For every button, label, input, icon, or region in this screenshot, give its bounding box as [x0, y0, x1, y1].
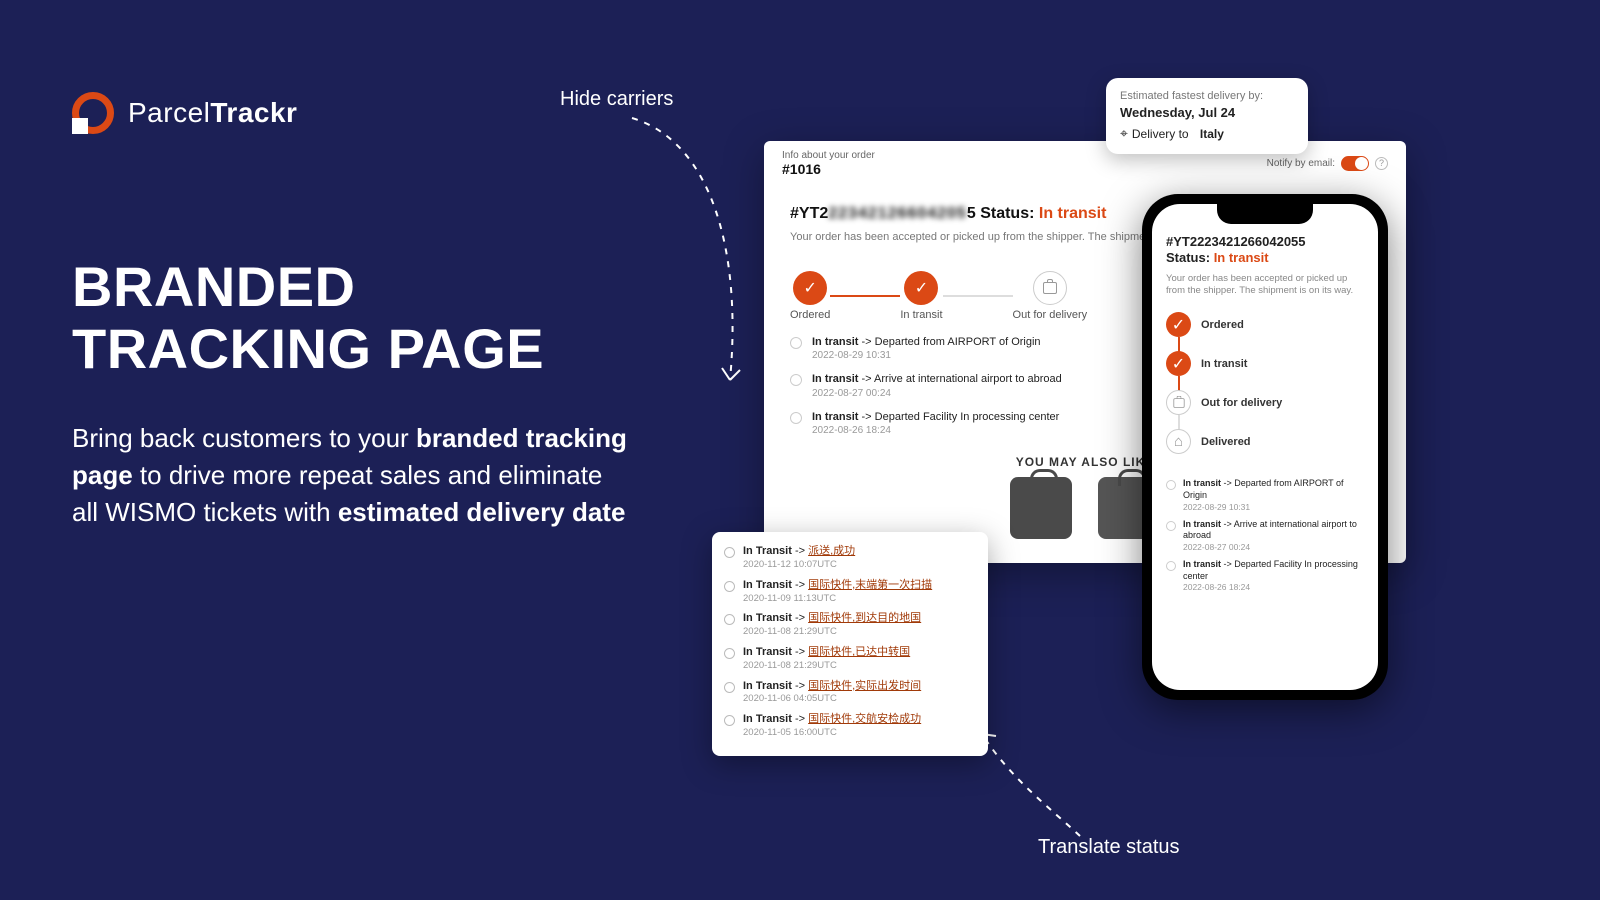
logo-icon [72, 92, 114, 134]
vstep-out-icon [1166, 390, 1191, 415]
phone-steps: Ordered In transit Out for delivery Deli… [1166, 312, 1364, 468]
arrow-translate-status [970, 718, 1120, 848]
order-number: #1016 [782, 161, 875, 177]
subheadline: Bring back customers to your branded tra… [72, 420, 632, 531]
annotation-translate-status: Translate status [1038, 836, 1180, 859]
step-intransit-icon [904, 271, 938, 305]
headline: BRANDED TRACKING PAGE [72, 256, 544, 379]
logo-text: ParcelTrackr [128, 97, 297, 129]
vstep-delivered-icon [1166, 429, 1191, 454]
product-thumb[interactable] [1010, 477, 1072, 539]
help-icon[interactable]: ? [1375, 157, 1388, 170]
arrow-hide-carriers [612, 112, 772, 408]
annotation-hide-carriers: Hide carriers [560, 88, 673, 111]
step-outdelivery-icon [1033, 271, 1067, 305]
estimated-delivery-card: Estimated fastest delivery by: Wednesday… [1106, 78, 1308, 154]
est-label: Estimated fastest delivery by: [1120, 90, 1294, 102]
notify-label: Notify by email: [1267, 158, 1335, 169]
est-date: Wednesday, Jul 24 [1120, 105, 1294, 120]
pin-icon [1120, 125, 1128, 142]
order-info-label: Info about your order [782, 150, 875, 161]
brand-logo: ParcelTrackr [72, 92, 297, 134]
est-location: Delivery to Italy [1120, 125, 1294, 142]
translated-events-card: In Transit -> 派送,成功2020-11-12 10:07UTC I… [712, 532, 988, 756]
notify-toggle[interactable] [1341, 156, 1369, 171]
vstep-intransit-icon [1166, 351, 1191, 376]
vstep-ordered-icon [1166, 312, 1191, 337]
phone-tracking-id: #YT2223421266042055 Status: In transit [1166, 234, 1364, 267]
phone-events: In transit -> Departed from AIRPORT of O… [1166, 478, 1364, 593]
phone-status-desc: Your order has been accepted or picked u… [1166, 273, 1364, 299]
tracking-page-mobile: #YT2223421266042055 Status: In transit Y… [1142, 194, 1388, 700]
step-ordered-icon [793, 271, 827, 305]
